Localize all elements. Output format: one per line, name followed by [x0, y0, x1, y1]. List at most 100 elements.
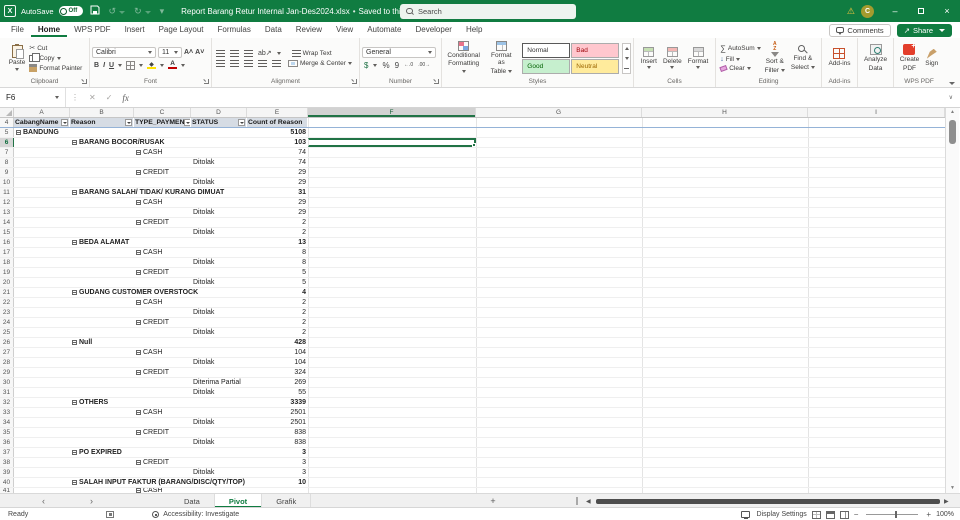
cell-H11[interactable] [642, 188, 808, 197]
cell-E24[interactable]: 2 [247, 318, 308, 327]
cell-H28[interactable] [642, 358, 808, 367]
row-number[interactable]: 11 [0, 188, 14, 197]
cell-I37[interactable] [808, 448, 945, 457]
cell-B31[interactable] [70, 388, 134, 397]
cell-D15[interactable]: Ditolak [191, 228, 247, 237]
cell-I31[interactable] [808, 388, 945, 397]
cell-B11[interactable]: BARANG SALAH/ TIDAK/ KURANG DIMUAT [70, 188, 224, 197]
pivot-header-A[interactable]: CabangName [14, 118, 70, 127]
horizontal-scrollbar-thumb[interactable] [596, 498, 940, 504]
cell-I38[interactable] [808, 458, 945, 467]
cell-D8[interactable]: Ditolak [191, 158, 247, 167]
row-number[interactable]: 26 [0, 338, 14, 347]
cell-H13[interactable] [642, 208, 808, 217]
cell-F29[interactable] [308, 368, 476, 377]
pivot-header-C[interactable]: TYPE_PAYMEN [134, 118, 191, 127]
format-as-table-button[interactable]: Format as Table [485, 40, 517, 75]
cell-H36[interactable] [642, 438, 808, 447]
cell-B34[interactable] [70, 418, 134, 427]
cell-E12[interactable]: 29 [247, 198, 308, 207]
cell-I35[interactable] [808, 428, 945, 437]
cell-A7[interactable] [14, 148, 70, 157]
cell-D9[interactable] [191, 168, 247, 177]
row-number[interactable]: 10 [0, 178, 14, 187]
cell-A21[interactable] [14, 288, 70, 297]
cell-H9[interactable] [642, 168, 808, 177]
pivot-header-B[interactable]: Reason [70, 118, 134, 127]
cell-G24[interactable] [476, 318, 642, 327]
row-number[interactable]: 40 [0, 478, 14, 487]
cell-E33[interactable]: 2501 [247, 408, 308, 417]
cell-D26[interactable] [191, 338, 247, 347]
name-box[interactable]: F6 [0, 88, 66, 107]
style-normal[interactable]: Normal [522, 42, 571, 58]
cell-D16[interactable] [191, 238, 247, 247]
cell-B6[interactable]: BARANG BOCOR/RUSAK [70, 138, 165, 147]
maximize-button[interactable] [908, 0, 934, 22]
cell-B7[interactable] [70, 148, 134, 157]
cell-F13[interactable] [308, 208, 476, 217]
cell-G22[interactable] [476, 298, 642, 307]
collapse-icon[interactable] [72, 340, 77, 345]
share-button[interactable]: ↗ Share [896, 23, 952, 37]
cell-E18[interactable]: 8 [247, 258, 308, 267]
format-painter-button[interactable]: Format Painter [29, 64, 82, 72]
cell-H38[interactable] [642, 458, 808, 467]
cell-H37[interactable] [642, 448, 808, 457]
cell-C8[interactable] [134, 158, 191, 167]
cell-E21[interactable]: 4 [247, 288, 308, 297]
align-bottom-icon[interactable] [244, 49, 253, 57]
cell-F33[interactable] [308, 408, 476, 417]
cell-B28[interactable] [70, 358, 134, 367]
cell-B33[interactable] [70, 408, 134, 417]
select-all-corner[interactable] [0, 108, 14, 117]
row-number[interactable]: 13 [0, 208, 14, 217]
cell-D6[interactable] [191, 138, 247, 147]
cell-D39[interactable]: Ditolak [191, 468, 247, 477]
sign-button[interactable]: Sign [923, 48, 940, 67]
cell-C18[interactable] [134, 258, 191, 267]
cell-C22[interactable]: CASH [134, 298, 191, 307]
copy-button[interactable]: Copy [29, 52, 82, 62]
cell-A31[interactable] [14, 388, 70, 397]
cell-A5[interactable]: BANDUNG [14, 128, 70, 137]
cell-A34[interactable] [14, 418, 70, 427]
accessibility-status[interactable]: Accessibility: Investigate [163, 511, 239, 518]
cell-A23[interactable] [14, 308, 70, 317]
sort-filter-button[interactable]: A Z Sort & Filter [763, 42, 787, 74]
tab-home[interactable]: Home [30, 23, 68, 37]
row-number[interactable]: 36 [0, 438, 14, 447]
collapse-icon[interactable] [136, 300, 141, 305]
collapse-icon[interactable] [72, 240, 77, 245]
tab-formulas[interactable]: Formulas [211, 23, 258, 37]
cell-D22[interactable] [191, 298, 247, 307]
row-number[interactable]: 7 [0, 148, 14, 157]
selected-cell-F6[interactable] [308, 138, 476, 147]
cell-H19[interactable] [642, 268, 808, 277]
account-avatar[interactable]: C [861, 4, 874, 18]
cell-F5[interactable] [308, 128, 476, 137]
cell-G21[interactable] [476, 288, 642, 297]
cell-D35[interactable] [191, 428, 247, 437]
cell-B23[interactable] [70, 308, 134, 317]
close-button[interactable]: × [934, 0, 960, 22]
cell-H34[interactable] [642, 418, 808, 427]
page-layout-view-icon[interactable] [825, 510, 835, 519]
tab-view[interactable]: View [329, 23, 360, 37]
cell-H23[interactable] [642, 308, 808, 317]
filter-icon[interactable] [125, 119, 132, 126]
align-middle-icon[interactable] [230, 49, 239, 57]
cell-E20[interactable]: 5 [247, 278, 308, 287]
cell-F15[interactable] [308, 228, 476, 237]
cell-E9[interactable]: 29 [247, 168, 308, 177]
cell-C39[interactable] [134, 468, 191, 477]
cell-D33[interactable] [191, 408, 247, 417]
cell-G12[interactable] [476, 198, 642, 207]
cell-I34[interactable] [808, 418, 945, 427]
alignment-dialog-launcher-icon[interactable] [352, 79, 357, 84]
cell-F26[interactable] [308, 338, 476, 347]
cell-E35[interactable]: 838 [247, 428, 308, 437]
styles-gallery-scroll[interactable] [622, 42, 631, 74]
collapse-icon[interactable] [136, 350, 141, 355]
cell-F27[interactable] [308, 348, 476, 357]
